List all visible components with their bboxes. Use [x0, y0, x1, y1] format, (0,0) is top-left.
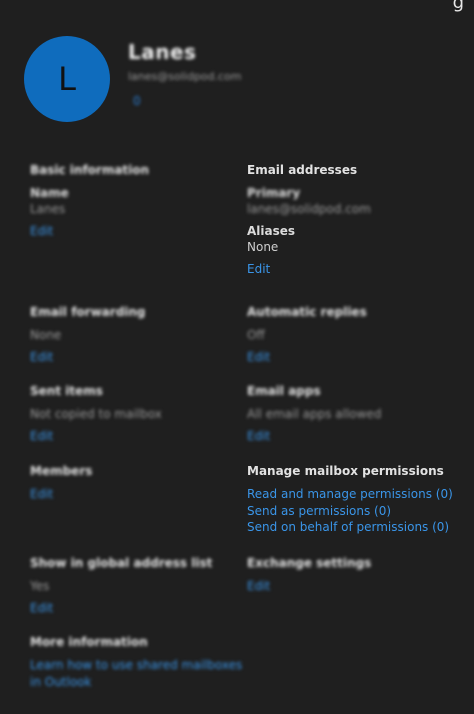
email-forwarding-value: None [30, 328, 62, 342]
email-forwarding-edit-link[interactable]: Edit [30, 349, 146, 366]
mailbox-permissions-label: Manage mailbox permissions [247, 464, 444, 478]
automatic-replies-section: Automatic replies Off Edit [247, 304, 367, 366]
sent-items-section: Sent items Not copied to mailbox Edit [30, 383, 162, 445]
name-value: Lanes [30, 202, 66, 216]
shared-mailbox-help-link-outlook[interactable]: in Outlook [30, 674, 242, 691]
email-forwarding-label: Email forwarding [30, 305, 146, 319]
automatic-replies-edit-link[interactable]: Edit [247, 349, 367, 366]
more-information-section: More information Learn how to use shared… [30, 634, 242, 690]
basic-information-label: Basic information [30, 163, 150, 177]
automatic-replies-value: Off [247, 328, 265, 342]
exchange-settings-label: Exchange settings [247, 556, 372, 570]
primary-value: lanes@solidpod.com [247, 202, 371, 216]
aliases-value: None [247, 240, 279, 254]
avatar-letter: L [58, 60, 76, 98]
header-count-link[interactable]: 0 [133, 94, 141, 108]
mailbox-name: Lanes [128, 40, 197, 64]
email-apps-label: Email apps [247, 384, 321, 398]
email-apps-edit-link[interactable]: Edit [247, 428, 381, 445]
shared-mailbox-help-link[interactable]: Learn how to use shared mailboxes [30, 657, 242, 674]
global-address-list-label: Show in global address list [30, 556, 213, 570]
email-forwarding-section: Email forwarding None Edit [30, 304, 146, 366]
exchange-settings-section: Exchange settings Edit [247, 555, 371, 595]
basic-information-section: Basic information Name Lanes Edit [30, 162, 149, 240]
email-addresses-edit-link[interactable]: Edit [247, 261, 371, 278]
more-information-label: More information [30, 635, 148, 649]
mailbox-permissions-section: Manage mailbox permissions Read and mana… [247, 463, 453, 536]
basic-information-edit-link[interactable]: Edit [30, 223, 149, 240]
members-label: Members [30, 464, 93, 478]
exchange-settings-edit-link[interactable]: Edit [247, 578, 371, 595]
global-address-list-value: Yes [30, 579, 50, 593]
email-apps-section: Email apps All email apps allowed Edit [247, 383, 381, 445]
sent-items-label: Sent items [30, 384, 103, 398]
avatar: L [24, 36, 110, 122]
email-addresses-section: Email addresses Primary lanes@solidpod.c… [247, 162, 371, 278]
global-address-list-edit-link[interactable]: Edit [30, 600, 212, 617]
send-on-behalf-permissions-link[interactable]: Send on behalf of permissions (0) [247, 519, 453, 536]
read-manage-permissions-link[interactable]: Read and manage permissions (0) [247, 486, 453, 503]
corner-glyph: g [452, 0, 464, 13]
mailbox-email: lanes@solidpod.com [128, 70, 242, 83]
sent-items-value: Not copied to mailbox [30, 407, 162, 421]
sent-items-edit-link[interactable]: Edit [30, 428, 162, 445]
email-apps-value: All email apps allowed [247, 407, 382, 421]
primary-label: Primary [247, 186, 301, 200]
email-addresses-label: Email addresses [247, 163, 358, 177]
name-label: Name [30, 186, 69, 200]
members-section: Members Edit [30, 463, 92, 503]
members-edit-link[interactable]: Edit [30, 486, 92, 503]
automatic-replies-label: Automatic replies [247, 305, 367, 319]
global-address-list-section: Show in global address list Yes Edit [30, 555, 212, 617]
send-as-permissions-link[interactable]: Send as permissions (0) [247, 503, 453, 520]
aliases-label: Aliases [247, 224, 296, 238]
